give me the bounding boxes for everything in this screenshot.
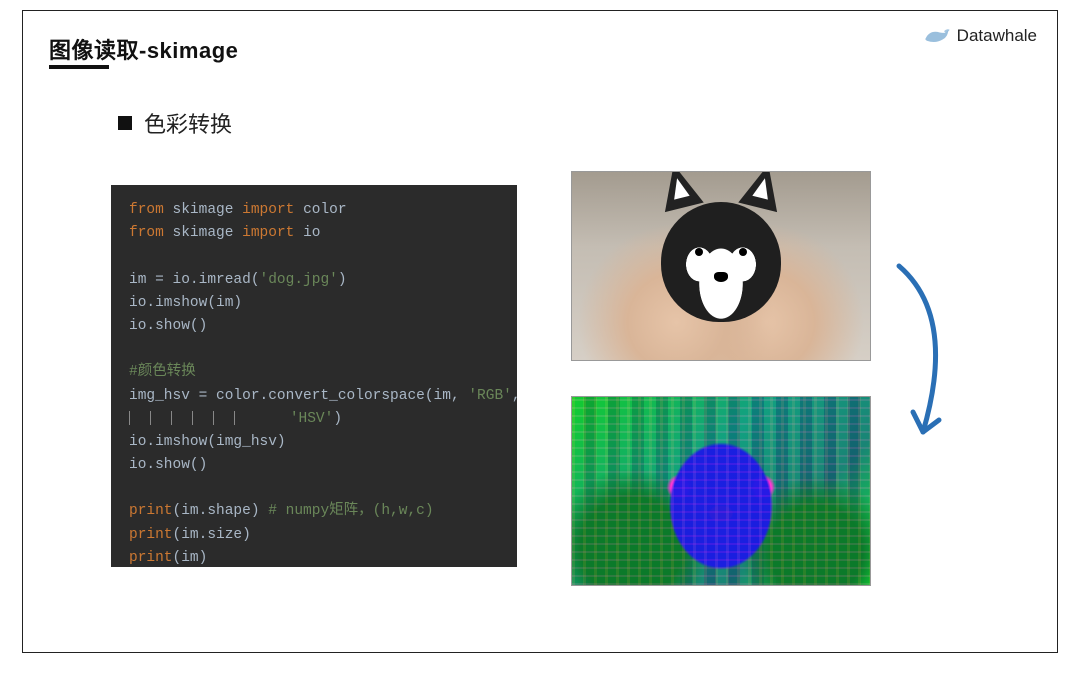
slide-subtitle: 色彩转换 <box>118 107 232 139</box>
code-comment: # numpy矩阵，(h,w,c) <box>268 503 433 519</box>
code-block: from skimage import color from skimage i… <box>111 185 517 567</box>
code-token: , <box>512 388 517 404</box>
code-token: skimage <box>173 225 234 241</box>
code-kw: print <box>129 503 173 519</box>
brand-name: Datawhale <box>957 26 1037 46</box>
brand-logo: Datawhale <box>923 25 1037 47</box>
caret-icon <box>213 411 214 425</box>
code-token: (im.size) <box>173 527 251 543</box>
slide-frame: Datawhale 图像读取-skimage 色彩转换 from skimage… <box>22 10 1058 653</box>
caret-icon <box>234 411 235 425</box>
code-token: io <box>303 225 320 241</box>
arrow-down-curve-icon <box>879 256 959 456</box>
caret-icon <box>129 411 130 425</box>
square-bullet-icon <box>118 116 132 130</box>
code-token: (im) <box>173 550 208 566</box>
caret-icon <box>150 411 151 425</box>
code-token: io.imshow(im) <box>129 295 242 311</box>
dog-nose-icon <box>714 272 728 282</box>
slide-title: 图像读取-skimage <box>49 33 238 65</box>
whale-icon <box>923 25 951 47</box>
code-token: color <box>303 202 347 218</box>
dog-ear-icon <box>738 171 787 212</box>
code-kw: import <box>242 202 294 218</box>
subtitle-text: 色彩转换 <box>144 107 232 139</box>
code-token: (im.shape) <box>173 503 269 519</box>
code-token: io.show() <box>129 457 207 473</box>
code-token: skimage <box>173 202 234 218</box>
dog-head-icon <box>661 202 781 322</box>
caret-icon <box>192 411 193 425</box>
image-original-rgb <box>571 171 871 361</box>
image-hsv-converted <box>571 396 871 586</box>
title-underline <box>49 65 109 69</box>
dog-eye-icon <box>739 248 747 256</box>
code-kw: from <box>129 225 164 241</box>
code-kw: import <box>242 225 294 241</box>
code-kw: print <box>129 550 173 566</box>
code-kw: from <box>129 202 164 218</box>
code-string: 'RGB' <box>468 388 512 404</box>
code-string: 'dog.jpg' <box>260 272 338 288</box>
caret-icon <box>171 411 172 425</box>
dog-face-illustration <box>651 192 791 332</box>
code-kw: print <box>129 527 173 543</box>
code-token: im = io.imread( <box>129 272 260 288</box>
code-token: ) <box>338 272 347 288</box>
code-token: img_hsv = color.convert_colorspace(im, <box>129 388 468 404</box>
code-comment: #颜色转换 <box>129 364 196 380</box>
code-string: 'HSV' <box>290 411 334 427</box>
code-token: ) <box>333 411 342 427</box>
code-token: io.imshow(img_hsv) <box>129 434 286 450</box>
hsv-noise-overlay <box>572 397 870 585</box>
code-token: io.show() <box>129 318 207 334</box>
dog-eye-icon <box>695 248 703 256</box>
